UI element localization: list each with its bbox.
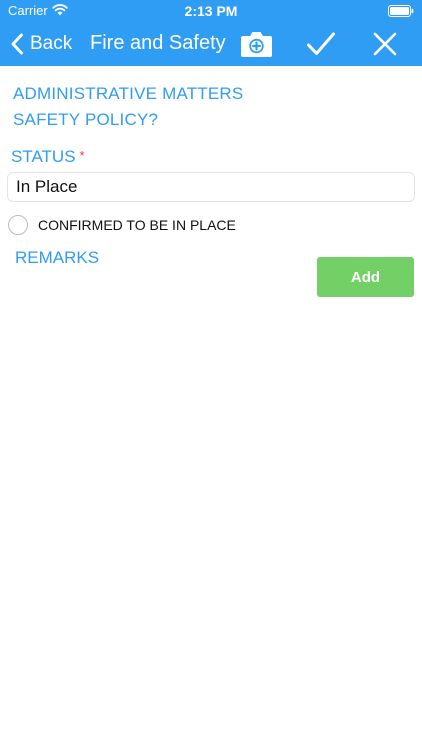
chevron-left-icon (11, 33, 23, 55)
radio-label: CONFIRMED TO BE IN PLACE (38, 217, 236, 233)
nav-bar: Back Fire and Safety (0, 22, 422, 66)
status-label-text: STATUS (11, 147, 76, 166)
required-mark: * (79, 148, 85, 163)
top-bar: Carrier 2:13 PM Back Fire and Safety (0, 0, 422, 66)
confirmed-radio-option[interactable]: CONFIRMED TO BE IN PLACE (8, 213, 236, 237)
status-bar: Carrier 2:13 PM (0, 0, 422, 22)
section-title: ADMINISTRATIVE MATTERS (13, 84, 244, 103)
back-button[interactable]: Back (10, 30, 72, 58)
question-title: SAFETY POLICY? (13, 110, 159, 129)
clock: 2:13 PM (184, 3, 238, 19)
add-button[interactable]: Add (317, 257, 414, 297)
remarks-label: REMARKS (15, 248, 100, 267)
screen: Carrier 2:13 PM Back Fire and Safety ADM… (0, 0, 422, 750)
back-label: Back (30, 33, 73, 54)
status-label: STATUS * (11, 147, 85, 167)
close-icon[interactable] (372, 31, 398, 57)
radio-button[interactable] (8, 215, 28, 235)
status-input[interactable] (7, 172, 415, 202)
checkmark-icon[interactable] (306, 30, 336, 58)
page-title: Fire and Safety (90, 32, 226, 54)
battery-icon (388, 5, 414, 17)
camera-icon[interactable] (240, 29, 273, 58)
